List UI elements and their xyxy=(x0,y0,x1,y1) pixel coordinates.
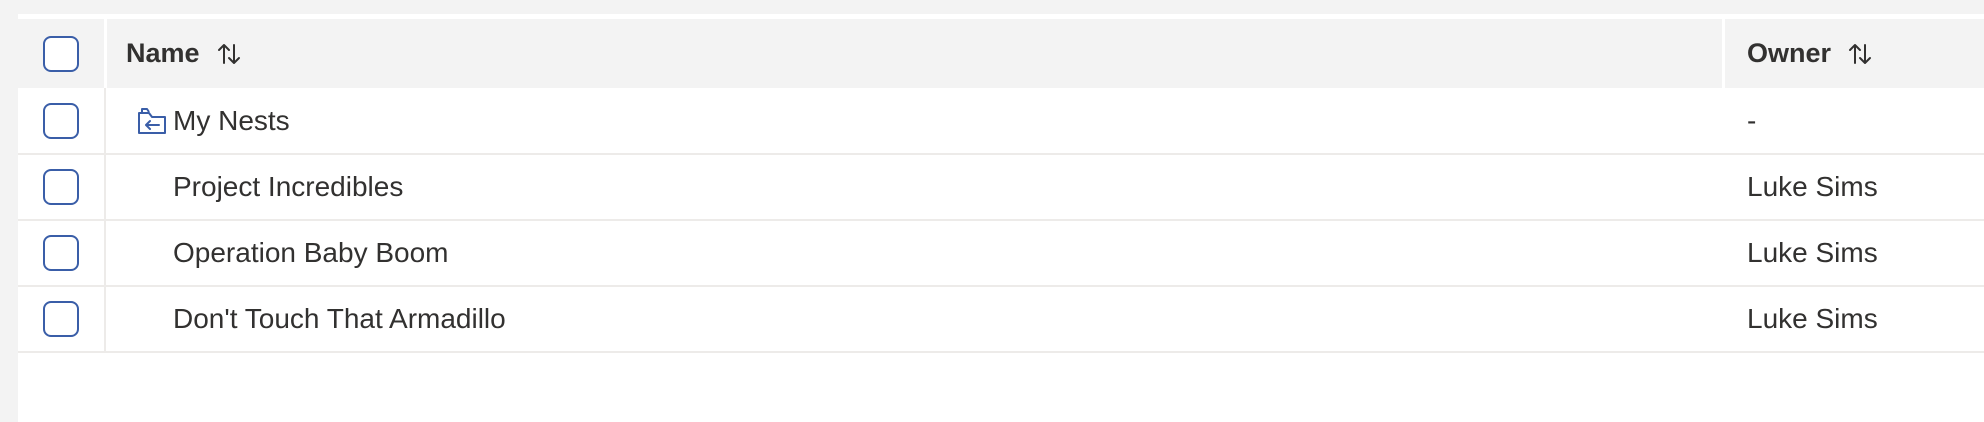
row-owner: Luke Sims xyxy=(1747,237,1878,268)
row-select-cell xyxy=(18,155,104,219)
left-edge xyxy=(0,0,18,422)
table-row[interactable]: My Nests - xyxy=(18,88,1984,155)
column-divider xyxy=(104,221,106,285)
file-list-view: Name Owner My Nests - Project Incredible… xyxy=(0,0,1984,422)
column-divider xyxy=(104,155,106,219)
row-checkbox[interactable] xyxy=(43,169,79,205)
row-checkbox[interactable] xyxy=(43,301,79,337)
column-header-name[interactable]: Name xyxy=(126,19,242,88)
table-row[interactable]: Don't Touch That Armadillo Luke Sims xyxy=(18,287,1984,353)
row-owner: - xyxy=(1747,104,1757,136)
column-header-owner-label: Owner xyxy=(1747,38,1832,68)
row-name[interactable]: Don't Touch That Armadillo xyxy=(173,287,506,351)
row-name[interactable]: Project Incredibles xyxy=(173,155,403,219)
sort-icon[interactable] xyxy=(1847,41,1873,67)
table-header: Name Owner xyxy=(18,19,1984,88)
row-name[interactable]: Operation Baby Boom xyxy=(173,221,449,285)
column-divider xyxy=(104,88,106,153)
row-select-cell xyxy=(18,88,104,153)
column-divider xyxy=(1722,19,1725,88)
column-divider xyxy=(104,19,107,88)
shared-folder-icon xyxy=(138,107,166,134)
row-owner: Luke Sims xyxy=(1747,303,1878,334)
column-divider xyxy=(104,287,106,351)
row-checkbox[interactable] xyxy=(43,235,79,271)
top-strip xyxy=(0,0,1984,14)
row-select-cell xyxy=(18,221,104,285)
select-all-cell xyxy=(18,19,104,88)
column-header-name-label: Name xyxy=(126,38,200,68)
table-row[interactable]: Project Incredibles Luke Sims xyxy=(18,155,1984,221)
sort-icon[interactable] xyxy=(216,41,242,67)
column-header-owner[interactable]: Owner xyxy=(1747,19,1873,88)
table-row[interactable]: Operation Baby Boom Luke Sims xyxy=(18,221,1984,287)
row-select-cell xyxy=(18,287,104,351)
row-name[interactable]: My Nests xyxy=(173,88,290,153)
file-table: Name Owner My Nests - Project Incredible… xyxy=(18,19,1984,353)
row-checkbox[interactable] xyxy=(43,102,79,139)
row-owner: Luke Sims xyxy=(1747,171,1878,202)
select-all-checkbox[interactable] xyxy=(43,35,79,72)
